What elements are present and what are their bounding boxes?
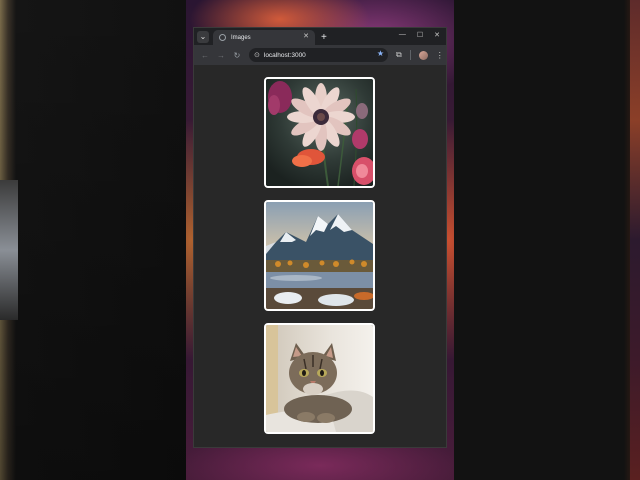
bookmark-star-icon[interactable]: ★ [377, 49, 384, 58]
flower-image [266, 79, 373, 186]
profile-avatar-icon[interactable] [418, 50, 428, 60]
minimize-icon[interactable]: — [399, 31, 406, 39]
tab-strip: ⌄ Images ✕ + — ☐ ✕ [194, 28, 446, 45]
gallery-image-flower[interactable] [264, 77, 375, 188]
menu-kebab-icon[interactable]: ⋮ [436, 51, 444, 60]
close-icon[interactable]: ✕ [303, 32, 309, 40]
toolbar-divider [409, 50, 411, 60]
reload-icon[interactable]: ↻ [229, 51, 245, 60]
tab-search-icon[interactable]: ⌄ [197, 30, 209, 43]
browser-window: ⌄ Images ✕ + — ☐ ✕ ← → ↻ ⊙ localhost:300… [193, 27, 447, 448]
cat-image [266, 325, 373, 432]
back-icon[interactable]: ← [197, 51, 213, 60]
blurred-background-right [454, 0, 640, 480]
address-text[interactable]: localhost:3000 [264, 52, 306, 59]
toolbar-right: ⧉ ⋮ [396, 50, 444, 60]
toolbar: ← → ↻ ⊙ localhost:3000 ★ ⧉ ⋮ [194, 45, 446, 65]
favicon-icon [219, 34, 226, 41]
blurred-background-left [0, 0, 186, 480]
tab-images[interactable]: Images ✕ [213, 30, 315, 45]
page-viewport [194, 65, 446, 447]
tab-title: Images [231, 34, 251, 41]
maximize-icon[interactable]: ☐ [417, 31, 423, 39]
gallery-image-mountain[interactable] [264, 200, 375, 311]
site-info-icon[interactable]: ⊙ [254, 51, 260, 59]
gallery-image-cat[interactable] [264, 323, 375, 434]
extensions-icon[interactable]: ⧉ [396, 50, 402, 60]
address-bar[interactable]: ⊙ localhost:3000 ★ [249, 48, 388, 62]
new-tab-icon[interactable]: + [321, 32, 327, 43]
mountain-image [266, 202, 373, 309]
forward-icon[interactable]: → [213, 51, 229, 60]
window-controls: — ☐ ✕ [399, 31, 440, 39]
window-close-icon[interactable]: ✕ [434, 31, 440, 39]
